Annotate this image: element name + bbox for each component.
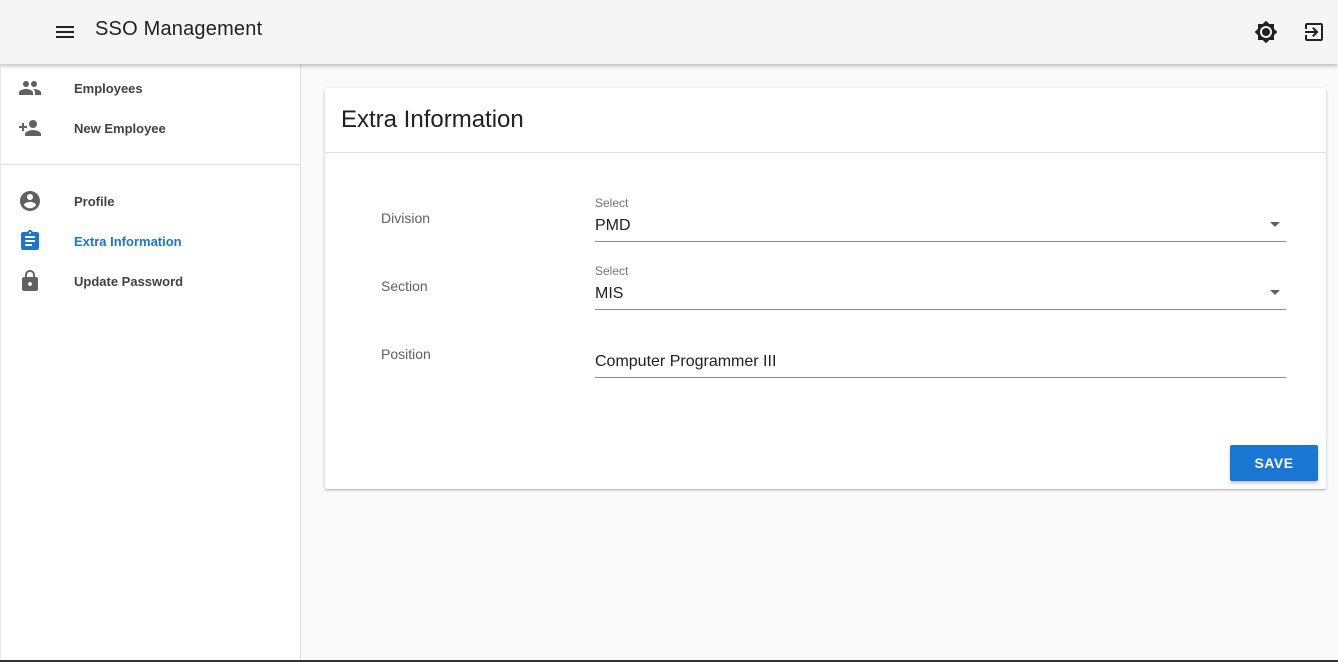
position-label: Position	[381, 346, 431, 362]
sidebar-item-profile[interactable]: Profile	[1, 181, 301, 221]
sidebar-item-label: Profile	[74, 194, 115, 209]
sidebar-item-label: Update Password	[74, 274, 184, 289]
logout-icon	[1305, 23, 1323, 41]
section-label: Section	[381, 278, 428, 294]
menu-button[interactable]	[49, 16, 81, 48]
position-value[interactable]: Computer Programmer III	[595, 353, 776, 371]
assignment-icon	[21, 230, 39, 250]
navigation-drawer: Employees New Employee Profile Extra Inf…	[0, 64, 301, 662]
people-icon	[19, 81, 41, 95]
app-title: SSO Management	[95, 18, 263, 40]
card-divider	[325, 152, 1326, 153]
sidebar-item-update-password[interactable]: Update Password	[1, 261, 301, 301]
division-value: PMD	[595, 217, 631, 234]
sidebar-item-new-employee[interactable]: New Employee	[1, 108, 301, 148]
chevron-down-icon[interactable]	[1270, 290, 1280, 295]
position-field[interactable]: Computer Programmer III	[595, 332, 1286, 378]
sidebar-item-label: Employees	[74, 81, 143, 96]
sidebar-item-label: New Employee	[74, 121, 166, 136]
person-add-icon	[19, 120, 41, 136]
section-caption: Select	[595, 264, 629, 278]
app-bar: SSO Management	[0, 0, 1338, 64]
menu-icon	[56, 26, 74, 38]
section-value: MIS	[595, 285, 624, 302]
division-select[interactable]: Select PMD	[595, 196, 1286, 242]
sidebar-item-extra-information[interactable]: Extra Information	[1, 221, 301, 261]
sidebar-divider	[1, 164, 301, 165]
save-button[interactable]: SAVE	[1230, 445, 1318, 481]
sidebar-item-employees[interactable]: Employees	[1, 68, 301, 108]
division-caption: Select	[595, 196, 629, 210]
card-title: Extra Information	[341, 106, 524, 133]
account-circle-icon	[20, 191, 40, 211]
section-select[interactable]: Select MIS	[595, 264, 1286, 310]
theme-toggle-button[interactable]	[1250, 16, 1282, 48]
division-label: Division	[381, 210, 431, 226]
chevron-down-icon[interactable]	[1270, 222, 1280, 227]
logout-button[interactable]	[1298, 16, 1330, 48]
lock-icon	[22, 270, 38, 291]
extra-information-card: Extra Information Division Select PMD Se…	[325, 88, 1326, 489]
sidebar-item-label: Extra Information	[74, 234, 182, 249]
brightness-icon	[1254, 20, 1278, 44]
